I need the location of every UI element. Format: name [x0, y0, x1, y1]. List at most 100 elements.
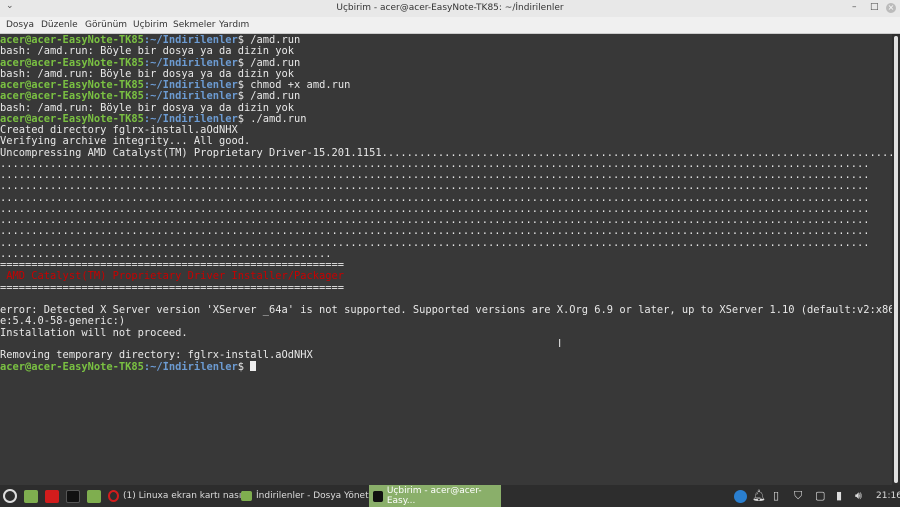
minimize-button[interactable]: – [852, 2, 857, 12]
output-text: ========================================… [0, 260, 345, 271]
installer-banner: AMD Catalyst(TM) Proprietary Driver Inst… [0, 271, 345, 283]
terminal-line: Installation will not proceed. [0, 328, 892, 339]
menu-button[interactable] [3, 485, 17, 507]
command-text: /amd.run [244, 35, 301, 46]
title-bar: ⌄ Uçbirim - acer@acer-EasyNote-TK85: ~/İ… [0, 0, 900, 17]
prompt-path: :~/İndirilenler [143, 113, 238, 125]
battery-icon[interactable]: ▮ [836, 489, 842, 502]
opera-icon [108, 490, 119, 502]
terminal-line: Verifying archive integrity... All good. [0, 136, 892, 147]
terminal-icon [66, 489, 80, 503]
output-text: error: Detected X Server version 'XServe… [0, 305, 892, 316]
menu-yardim[interactable]: Yardım [219, 20, 249, 30]
scrollbar[interactable] [892, 34, 900, 485]
task-opera[interactable]: (1) Linuxa ekran kartı nasıl... [104, 485, 256, 507]
terminal-line: ........................................… [0, 181, 892, 192]
notification-bell-icon[interactable]: 🔔︎ [752, 489, 766, 502]
terminal-line: ........................................… [0, 193, 892, 204]
clock[interactable]: 21:16 [876, 491, 900, 501]
maximize-button[interactable]: □ [870, 2, 879, 12]
terminal-line: acer@acer-EasyNote-TK85:~/İndirilenler$ … [0, 80, 892, 91]
prompt-user: acer@acer-EasyNote-TK85 [0, 80, 144, 91]
terminal-line: ........................................… [0, 226, 892, 237]
menu-duzenle[interactable]: Düzenle [41, 20, 78, 30]
clipboard-icon[interactable]: ▯ [773, 489, 779, 502]
text-cursor-icon: I [558, 337, 562, 350]
prompt-path: :~/İndirilenler [143, 361, 238, 373]
menu-sekmeler[interactable]: Sekmeler [173, 20, 216, 30]
terminal-line: e:5.4.0-58-generic:) [0, 316, 892, 327]
terminal-line: ========================================… [0, 283, 892, 294]
terminal-line: bash: /amd.run: Böyle bir dosya ya da di… [0, 46, 892, 57]
task-label: (1) Linuxa ekran kartı nasıl... [123, 491, 253, 501]
terminal-line: error: Detected X Server version 'XServe… [0, 305, 892, 316]
output-text: Created directory fglrx-install.aOdNHX [0, 125, 238, 136]
menu-gorunum[interactable]: Görünüm [85, 20, 127, 30]
task-label: Uçbirim - acer@acer-Easy... [386, 486, 482, 506]
output-text: Installation will not proceed. [0, 327, 188, 339]
prompt-user: acer@acer-EasyNote-TK85 [0, 113, 144, 125]
output-text: Removing temporary directory: fglrx-inst… [0, 350, 313, 361]
terminal-line: Created directory fglrx-install.aOdNHX [0, 125, 892, 136]
output-text: Verifying archive integrity... All good. [0, 136, 251, 148]
terminal-cursor [250, 361, 257, 372]
output-text: ........................................… [0, 237, 870, 249]
prompt-user: acer@acer-EasyNote-TK85 [0, 57, 144, 69]
output-text: ........................................… [0, 170, 870, 181]
desktop-icon [24, 489, 38, 503]
terminal-line: AMD Catalyst(TM) Proprietary Driver Inst… [0, 271, 892, 282]
menu-dosya[interactable]: Dosya [6, 20, 34, 30]
terminal-line: ........................................… [0, 215, 892, 226]
prompt-user: acer@acer-EasyNote-TK85 [0, 361, 144, 373]
terminal-launcher[interactable] [66, 485, 80, 507]
prompt-path: :~/İndirilenler [143, 80, 238, 91]
terminal-line: acer@acer-EasyNote-TK85:~/İndirilenler$ … [0, 35, 892, 46]
folder-icon [241, 491, 252, 501]
files-launcher[interactable] [87, 485, 101, 507]
opera-launcher[interactable] [45, 485, 59, 507]
terminal-line: bash: /amd.run: Böyle bir dosya ya da di… [0, 69, 892, 80]
output-text: bash: /amd.run: Böyle bir dosya ya da di… [0, 46, 295, 58]
prompt-path: :~/İndirilenler [143, 35, 238, 46]
prompt-user: acer@acer-EasyNote-TK85 [0, 91, 144, 103]
terminal-line: ........................................… [0, 238, 892, 249]
command-text: /amd.run [244, 57, 301, 69]
task-label: İndirilenler - Dosya Yöneti... [256, 491, 380, 501]
network-icon[interactable]: ▢ [815, 489, 825, 502]
window-title: Uçbirim - acer@acer-EasyNote-TK85: ~/İnd… [336, 3, 564, 13]
command-text: ./amd.run [244, 113, 307, 125]
close-button[interactable]: × [886, 3, 896, 13]
terminal-line: ........................................… [0, 249, 892, 260]
terminal-line: acer@acer-EasyNote-TK85:~/İndirilenler$ … [0, 58, 892, 69]
output-text: Uncompressing AMD Catalyst(TM) Proprieta… [0, 147, 892, 159]
output-text: ........................................… [0, 158, 870, 170]
menu-ucbirim[interactable]: Uçbirim [133, 20, 168, 30]
volume-icon[interactable]: 🔊︎ [855, 489, 862, 503]
output-text: bash: /amd.run: Böyle bir dosya ya da di… [0, 68, 295, 80]
terminal-line: acer@acer-EasyNote-TK85:~/İndirilenler$ [0, 361, 892, 373]
terminal-output[interactable]: acer@acer-EasyNote-TK85:~/İndirilenler$ … [0, 34, 892, 485]
task-terminal[interactable]: Uçbirim - acer@acer-Easy... [369, 485, 501, 507]
prompt-path: :~/İndirilenler [143, 57, 238, 69]
command-text: /amd.run [244, 91, 301, 103]
scrollbar-thumb[interactable] [894, 36, 898, 483]
shield-icon[interactable]: ⛉ [794, 489, 802, 503]
mint-logo-icon [3, 489, 17, 503]
output-text: ........................................… [0, 248, 332, 260]
command-text: chmod +x amd.run [244, 80, 351, 91]
terminal-icon [373, 490, 383, 502]
terminal-line: Uncompressing AMD Catalyst(TM) Proprieta… [0, 148, 892, 159]
menu-bar: Dosya Düzenle Görünüm Uçbirim Sekmeler Y… [0, 17, 900, 34]
output-text: ........................................… [0, 181, 870, 193]
terminal-line: acer@acer-EasyNote-TK85:~/İndirilenler$ … [0, 114, 892, 125]
prompt-path: :~/İndirilenler [143, 91, 238, 103]
show-desktop-button[interactable] [24, 485, 38, 507]
terminal-line: Removing temporary directory: fglrx-inst… [0, 350, 892, 361]
output-text: e:5.4.0-58-generic:) [0, 316, 126, 328]
output-text: ........................................… [0, 226, 870, 238]
task-file-manager[interactable]: İndirilenler - Dosya Yöneti... [237, 485, 384, 507]
opera-icon [45, 489, 59, 503]
output-text: ========================================… [0, 282, 345, 294]
update-manager-icon[interactable] [734, 490, 747, 503]
